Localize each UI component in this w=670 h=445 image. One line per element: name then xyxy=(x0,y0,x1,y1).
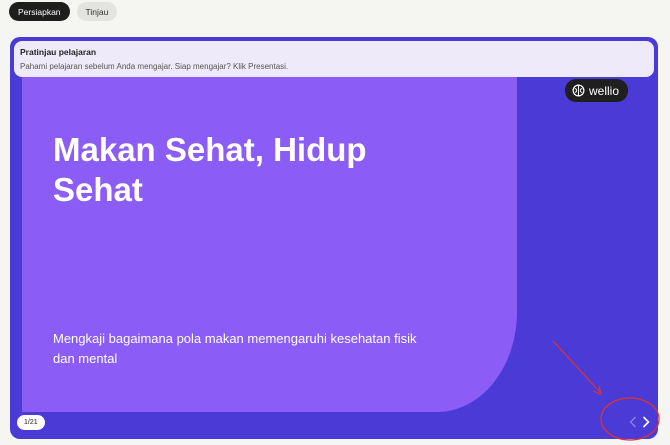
brain-icon xyxy=(572,84,585,97)
next-slide-button[interactable] xyxy=(639,415,653,433)
chevron-right-icon xyxy=(642,415,650,433)
lesson-preview-frame: Pratinjau pelajaran Pahami pelajaran seb… xyxy=(10,37,658,439)
banner-title: Pratinjau pelajaran xyxy=(20,47,97,57)
page-indicator: 1/21 xyxy=(17,415,45,430)
slide-title: Makan Sehat, Hidup Sehat xyxy=(53,131,367,208)
brand-name: wellio xyxy=(589,83,620,98)
tab-bar: Persiapkan Tinjau xyxy=(9,2,118,21)
preview-banner: Pratinjau pelajaran Pahami pelajaran seb… xyxy=(14,41,654,77)
tab-persiapkan[interactable]: Persiapkan xyxy=(9,2,70,21)
brand-logo: wellio xyxy=(565,79,629,102)
banner-description: Pahami pelajaran sebelum Anda mengajar. … xyxy=(20,62,289,71)
slide-subtitle: Mengkaji bagaimana pola makan memengaruh… xyxy=(53,331,417,366)
tab-tinjau[interactable]: Tinjau xyxy=(76,2,118,21)
previous-slide-button[interactable] xyxy=(626,415,640,433)
chevron-left-icon xyxy=(629,415,637,433)
